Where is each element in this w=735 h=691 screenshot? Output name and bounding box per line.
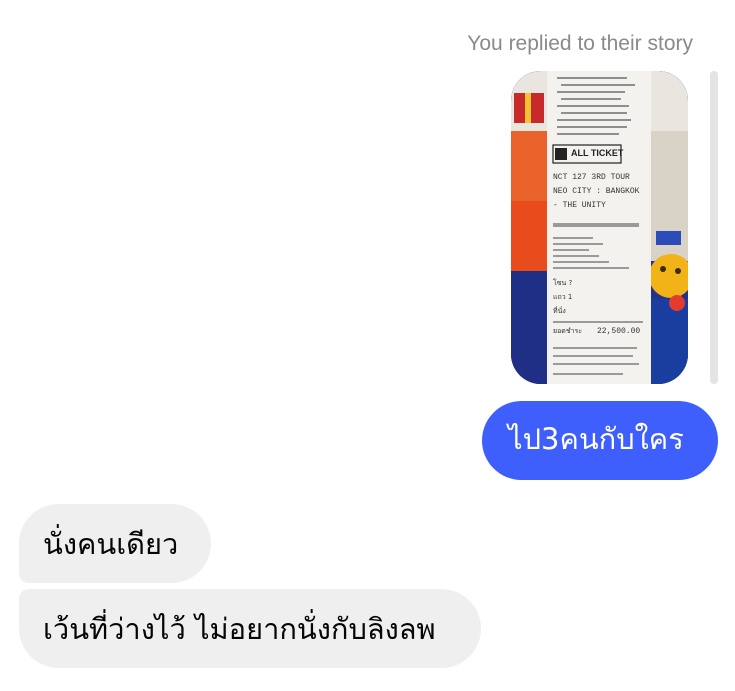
story-image: ALL TICKET NCT 127 3RD TOUR NEO CITY : B… xyxy=(511,71,688,384)
svg-text:ที่นั่ง: ที่นั่ง xyxy=(553,306,566,315)
message-incoming[interactable]: นั่งคนเดียว xyxy=(19,504,211,583)
story-reply-indicator xyxy=(710,71,718,384)
svg-text:ALL TICKET: ALL TICKET xyxy=(571,148,624,158)
svg-text:โซน ?: โซน ? xyxy=(553,278,573,287)
svg-text:แถว 1: แถว 1 xyxy=(553,293,572,301)
svg-text:22,500.00: 22,500.00 xyxy=(597,327,640,336)
story-thumbnail[interactable]: ALL TICKET NCT 127 3RD TOUR NEO CITY : B… xyxy=(511,71,688,384)
svg-text:- THE UNITY: - THE UNITY xyxy=(553,201,606,210)
chat-thread: You replied to their story ALL TICKET NC… xyxy=(0,0,735,691)
message-outgoing[interactable]: ไป3คนกับใคร xyxy=(482,401,718,480)
story-reply-label: You replied to their story xyxy=(467,32,693,55)
message-incoming[interactable]: เว้นที่ว่างไว้ ไม่อยากนั่งกับลิงลพ xyxy=(19,589,481,668)
svg-text:NCT 127 3RD TOUR: NCT 127 3RD TOUR xyxy=(553,173,630,182)
svg-text:ยอดชำระ: ยอดชำระ xyxy=(553,327,582,335)
svg-text:NEO CITY : BANGKOK: NEO CITY : BANGKOK xyxy=(553,187,640,196)
